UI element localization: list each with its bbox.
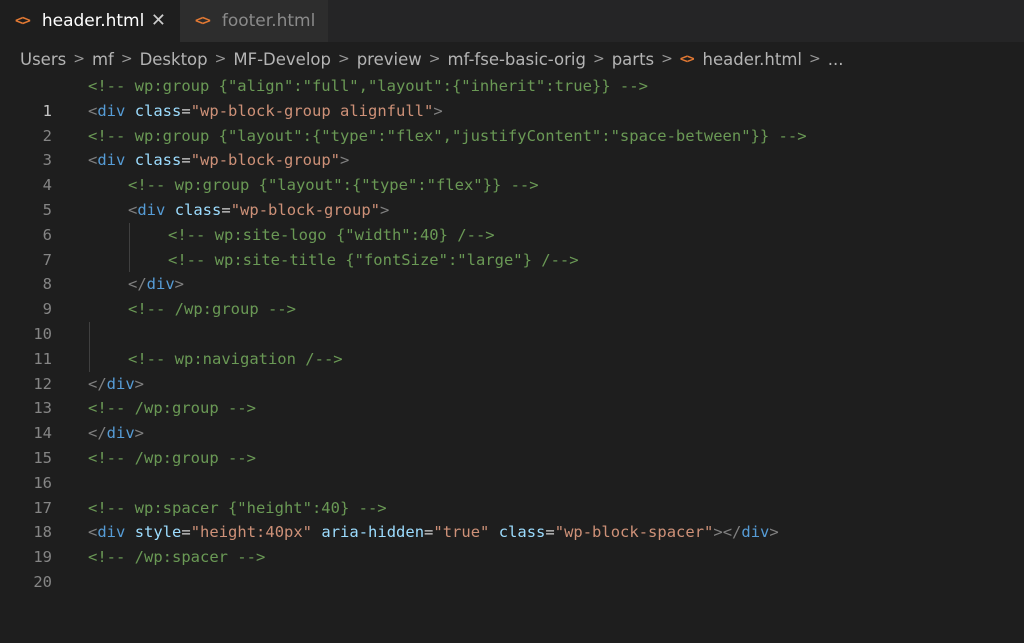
tab-bar: <> header.html ✕ <> footer.html (0, 0, 1024, 42)
code-line: 19 <div style="height:40px" aria-hidden=… (0, 520, 1024, 566)
code-line: 14 <!-- /wp:group --> (0, 396, 1024, 442)
chevron-right-icon: > (73, 51, 85, 67)
chevron-right-icon: > (337, 51, 350, 67)
code-text: <!-- wp:group {"layout":{"type":"flex","… (88, 126, 807, 145)
html-file-icon: <> (15, 13, 31, 29)
close-icon[interactable]: ✕ (151, 12, 166, 30)
code-text: <!-- wp:group {"layout":{"type":"flex"}}… (128, 176, 539, 195)
breadcrumb-item[interactable]: ... (828, 50, 844, 69)
indent-guide (89, 346, 90, 372)
tab-header-html[interactable]: <> header.html ✕ (0, 0, 180, 42)
code-text: <!-- wp:group {"align":"full","layout":{… (88, 77, 648, 95)
code-text: <div class="wp-block-group"> (88, 151, 350, 170)
code-line: 16 <!-- /wp:group --> (0, 446, 1024, 492)
code-line: 17 (0, 471, 1024, 517)
code-text: <!-- /wp:group --> (88, 399, 256, 418)
code-line: 6 <div class="wp-block-group"> (0, 198, 1024, 244)
chevron-right-icon: > (428, 51, 441, 67)
code-text: </div> (88, 374, 145, 393)
code-text: <!-- wp:navigation /--> (128, 349, 343, 368)
code-line: 9 </div> (0, 272, 1024, 318)
code-line: 7 <!-- wp:site-logo {"width":40} /--> (0, 222, 1024, 269)
chevron-right-icon: > (808, 51, 821, 67)
code-text: <!-- /wp:group --> (88, 448, 256, 467)
html-file-icon: <> (679, 51, 695, 67)
code-text: <!-- wp:site-logo {"width":40} /--> (168, 225, 495, 244)
code-text: </div> (88, 424, 145, 443)
breadcrumb-item[interactable]: mf (92, 50, 114, 69)
code-text: <div style="height:40px" aria-hidden="tr… (88, 523, 779, 542)
breadcrumb-item[interactable]: MF-Develop (233, 50, 331, 69)
editor-window: <> header.html ✕ <> footer.html Users > … (0, 0, 1024, 643)
code-line: 3 <!-- wp:group {"layout":{"type":"flex"… (0, 124, 1024, 170)
code-line: 18 <!-- wp:spacer {"height":40} --> (0, 496, 1024, 542)
tab-label: header.html (41, 11, 145, 31)
tab-label: footer.html (221, 11, 316, 31)
code-text: <!-- wp:site-title {"fontSize":"large"} … (168, 250, 579, 269)
code-line: 2 <div class="wp-block-group alignfull"> (0, 99, 1024, 145)
code-line: 4 <div class="wp-block-group"> (0, 148, 1024, 194)
code-line: 15 </div> (0, 421, 1024, 467)
tab-footer-html[interactable]: <> footer.html (180, 0, 328, 42)
code-editor[interactable]: 1 <!-- wp:group {"align":"full","layout"… (0, 74, 1024, 643)
code-text: </div> (128, 275, 185, 294)
chevron-right-icon: > (214, 51, 227, 67)
code-text: <div class="wp-block-group alignfull"> (88, 101, 443, 120)
code-line: 11 (0, 321, 1024, 368)
code-text: <!-- wp:spacer {"height":40} --> (88, 498, 387, 517)
breadcrumb-item[interactable]: Users (20, 50, 66, 69)
chevron-right-icon: > (592, 51, 605, 67)
code-line: 20 <!-- /wp:spacer --> (0, 545, 1024, 591)
code-text: <div class="wp-block-group"> (128, 200, 390, 219)
indent-guide (129, 222, 130, 248)
breadcrumb: Users > mf > Desktop > MF-Develop > prev… (20, 46, 843, 72)
html-file-icon: <> (195, 13, 211, 29)
breadcrumb-item[interactable]: preview (357, 50, 422, 69)
indent-guide (129, 247, 130, 273)
code-text: <!-- /wp:group --> (128, 300, 296, 319)
indent-guide (89, 321, 90, 347)
code-line: 8 <!-- wp:site-title {"fontSize":"large"… (0, 247, 1024, 293)
code-line: 12 <!-- wp:navigation /--> (0, 346, 1024, 393)
chevron-right-icon: > (120, 51, 133, 67)
code-line: 13 </div> (0, 372, 1024, 418)
code-text: <!-- /wp:spacer --> (88, 548, 266, 567)
breadcrumb-item[interactable]: Desktop (140, 50, 208, 69)
code-line: 5 <!-- wp:group {"layout":{"type":"flex"… (0, 173, 1024, 219)
chevron-right-icon: > (661, 51, 673, 67)
breadcrumb-item[interactable]: header.html (703, 50, 802, 69)
code-line: 1 <!-- wp:group {"align":"full","layout"… (0, 74, 1024, 120)
code-line: 10 <!-- /wp:group --> (0, 297, 1024, 343)
breadcrumb-item[interactable]: parts (612, 50, 654, 69)
breadcrumb-item[interactable]: mf-fse-basic-orig (447, 50, 585, 69)
line-number: 20 (33, 572, 52, 591)
